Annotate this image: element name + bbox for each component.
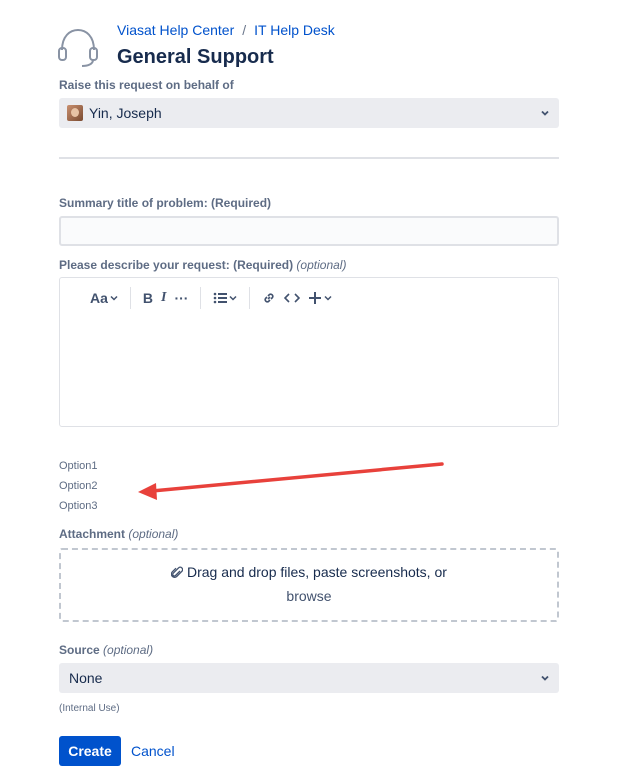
insert-button[interactable] [304,286,336,310]
list-button[interactable] [209,286,241,310]
attachment-dropzone[interactable]: Drag and drop files, paste screenshots, … [59,548,559,622]
text-style-label: Aa [90,290,108,306]
attachment-label-text: Attachment [59,527,126,541]
description-optional: (optional) [296,258,347,272]
link-button[interactable] [258,286,280,310]
dropzone-instruction: Drag and drop files, paste screenshots, … [186,564,447,580]
create-button[interactable]: Create [59,736,121,766]
breadcrumb-it-help-desk[interactable]: IT Help Desk [254,22,335,38]
breadcrumb: Viasat Help Center / IT Help Desk [117,22,335,38]
description-editor[interactable]: Aa B I ··· [59,277,559,427]
editor-toolbar: Aa B I ··· [60,278,336,318]
source-hint: (Internal Use) [59,703,120,714]
italic-icon: I [161,290,167,305]
headset-icon [56,26,100,68]
more-icon: ··· [174,290,189,306]
behalf-value: Yin, Joseph [89,105,162,121]
bold-icon: B [142,290,154,306]
link-icon [264,293,275,303]
bullet-list-icon [214,292,228,304]
toolbar-divider [129,287,131,309]
breadcrumb-help-center[interactable]: Viasat Help Center [117,22,234,38]
page-title: General Support [117,46,274,68]
option-item[interactable]: Option2 [59,480,98,492]
breadcrumb-separator: / [242,22,247,38]
more-formatting-button[interactable]: ··· [170,286,192,310]
browse-link[interactable]: browse [61,588,557,604]
behalf-select[interactable]: Yin, Joseph [59,98,559,128]
chevron-down-icon [229,295,238,301]
divider [59,157,559,159]
description-label-text: Please describe your request: (Required) [59,258,294,272]
chevron-down-icon [324,295,333,301]
attachment-label: Attachment (optional) [59,527,178,541]
description-label: Please describe your request: (Required)… [59,258,346,272]
source-select[interactable]: None [59,663,559,693]
avatar [67,105,83,121]
bold-button[interactable]: B [139,286,157,310]
italic-button[interactable]: I [157,286,170,310]
option-item[interactable]: Option3 [59,500,98,512]
source-label-text: Source [59,643,100,657]
code-icon [284,293,301,303]
chevron-down-icon [541,110,549,116]
behalf-label: Raise this request on behalf of [59,78,234,92]
option-item[interactable]: Option1 [59,460,98,472]
plus-icon [309,292,322,304]
source-optional: (optional) [103,643,154,657]
summary-input[interactable] [59,216,559,246]
code-button[interactable] [280,286,304,310]
toolbar-divider [249,287,251,309]
annotation-arrow [138,462,444,500]
attachment-optional: (optional) [128,527,179,541]
text-style-button[interactable]: Aa [86,286,122,310]
chevron-down-icon [110,295,118,301]
dropzone-text: Drag and drop files, paste screenshots, … [61,564,557,580]
toolbar-divider [200,287,202,309]
cancel-button[interactable]: Cancel [131,743,175,759]
chevron-down-icon [541,675,549,681]
source-value: None [69,670,103,686]
summary-label: Summary title of problem: (Required) [59,196,272,210]
source-label: Source (optional) [59,643,153,657]
paperclip-icon [170,566,184,578]
